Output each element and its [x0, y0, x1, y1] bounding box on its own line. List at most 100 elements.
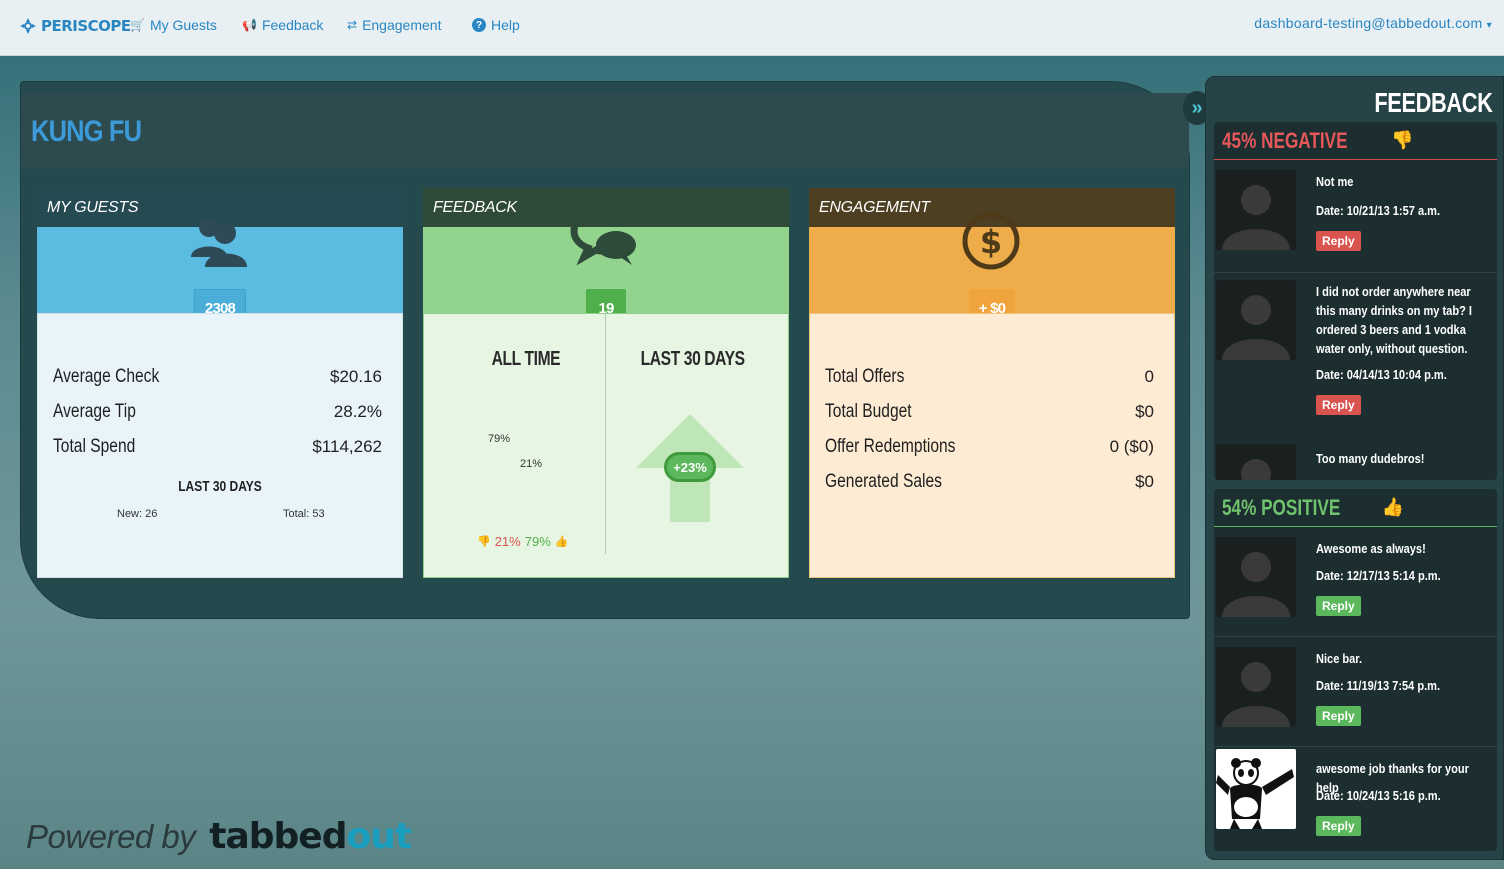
- venue-title-bar: KUNG FU: [21, 93, 1189, 169]
- venue-panel: KUNG FU MY GUESTS 2308 Average Check $20…: [20, 81, 1190, 619]
- nav-feedback[interactable]: 📢 Feedback: [242, 17, 323, 33]
- last-30-days-title: LAST 30 DAYS: [640, 348, 745, 370]
- reply-button[interactable]: Reply: [1316, 596, 1361, 616]
- column-divider: [605, 314, 606, 554]
- reply-button[interactable]: Reply: [1316, 231, 1361, 251]
- stat-value: $20.16: [330, 367, 382, 386]
- thumbs-down-icon: 👎: [1390, 130, 1414, 150]
- stat-value: 28.2%: [333, 402, 382, 421]
- engagement-card-hero: $ + $0: [809, 212, 1175, 327]
- new-guests-label: New: 26: [117, 508, 158, 520]
- brand-logo[interactable]: PERISCOPE: [20, 17, 131, 35]
- negative-header-text: 45% NEGATIVE: [1222, 127, 1348, 153]
- feedback-item: Nice bar. Date: 11/19/13 7:54 p.m. Reply: [1214, 639, 1497, 749]
- user-menu[interactable]: dashboard-testing@tabbedout.com ▾: [1254, 15, 1492, 31]
- sidebar-title: FEEDBACK: [1374, 87, 1494, 118]
- stat-value: $0: [1135, 472, 1154, 491]
- thumbs-up-icon: 👍: [1381, 497, 1405, 517]
- negative-pct-label: 21%: [520, 458, 543, 470]
- avatar: [1216, 444, 1296, 480]
- user-email: dashboard-testing@tabbedout.com: [1254, 15, 1483, 31]
- stat-row: Offer Redemptions 0 ($0): [825, 436, 1154, 458]
- feedback-text: Awesome as always!: [1316, 541, 1426, 556]
- nav-my-guests[interactable]: 🛒 My Guests: [130, 17, 217, 33]
- last-30-days-title: LAST 30 DAYS: [178, 478, 262, 495]
- total-guests-label: Total: 53: [283, 508, 325, 520]
- positive-header: 54% POSITIVE 👍: [1214, 489, 1497, 527]
- guests-icon: [191, 217, 247, 267]
- avatar: [1216, 647, 1296, 727]
- stat-value: $0: [1135, 402, 1154, 421]
- stat-row: Total Spend $114,262: [53, 436, 382, 458]
- powered-by-footer: Powered by tabbedout: [26, 816, 412, 857]
- feedback-date: Date: 10/21/13 1:57 a.m.: [1316, 203, 1441, 218]
- question-icon: ?: [472, 18, 486, 32]
- feedback-item: awesome job thanks for your help Date: 1…: [1214, 749, 1497, 849]
- thumbs-down-icon: 👎: [477, 536, 491, 548]
- nav-help[interactable]: ? Help: [472, 17, 520, 33]
- stat-label: Average Check: [53, 366, 160, 387]
- dollar-coin-icon: $: [962, 212, 1020, 270]
- feedback-card[interactable]: FEEDBACK 19 ALL TIME LAST 30 DAYS 79% 21…: [423, 188, 789, 578]
- thumbs-up-icon: 👍: [554, 536, 569, 548]
- guests-card-hero: 2308: [37, 217, 403, 327]
- feedback-date: Date: 04/14/13 10:04 p.m.: [1316, 367, 1447, 382]
- feedback-text: I did not order anywhere near this many …: [1316, 284, 1472, 356]
- feedback-item: Awesome as always! Date: 12/17/13 5:14 p…: [1214, 529, 1497, 639]
- legend-positive: 79%: [524, 534, 551, 549]
- brand-name: PERISCOPE: [41, 17, 131, 35]
- all-time-title: ALL TIME: [491, 348, 561, 370]
- double-chevron-right-icon: »: [1191, 96, 1203, 119]
- avatar: [1216, 170, 1296, 250]
- stat-row: Average Check $20.16: [53, 366, 382, 388]
- reply-button[interactable]: Reply: [1316, 816, 1361, 836]
- stat-label: Total Budget: [825, 401, 912, 422]
- feedback-text: Nice bar.: [1316, 651, 1363, 666]
- divider: [1214, 272, 1497, 273]
- guests-card[interactable]: MY GUESTS 2308 Average Check $20.16 Aver…: [37, 188, 403, 578]
- nav-label: Feedback: [261, 17, 324, 33]
- stat-label: Total Spend: [53, 436, 136, 457]
- stat-value: 0 ($0): [1109, 437, 1154, 456]
- feedback-date: Date: 10/24/13 5:16 p.m.: [1316, 788, 1441, 803]
- trend-value: +23%: [673, 459, 707, 475]
- stat-row: Generated Sales $0: [825, 471, 1154, 493]
- avatar: [1216, 537, 1296, 617]
- positive-feedback-section: 54% POSITIVE 👍 Awesome as always! Date: …: [1214, 489, 1497, 851]
- engagement-card-body: Total Offers 0 Total Budget $0 Offer Red…: [809, 313, 1175, 578]
- tabbedout-logo: tabbedout: [209, 816, 412, 857]
- feedback-item: Not me Date: 10/21/13 1:57 a.m. Reply: [1214, 162, 1497, 272]
- stat-label: Total Offers: [825, 366, 905, 387]
- logo-part-a: tabbed: [209, 816, 347, 857]
- feedback-sidebar: FEEDBACK 45% NEGATIVE 👎 Not me Date: 10/…: [1205, 76, 1504, 860]
- cart-icon: 🛒: [130, 18, 145, 32]
- stat-row: Average Tip 28.2%: [53, 401, 382, 423]
- engagement-card[interactable]: ENGAGEMENT $ + $0 Total Offers 0 Total B…: [809, 188, 1175, 578]
- feedback-text: Not me: [1316, 174, 1354, 189]
- periscope-icon: [20, 18, 36, 34]
- megaphone-icon: 📢: [242, 18, 257, 32]
- caret-down-icon: ▾: [1486, 20, 1492, 31]
- feedback-card-hero: 19: [423, 207, 789, 327]
- stat-label: Generated Sales: [825, 471, 942, 492]
- feedback-text: Too many dudebros!: [1316, 451, 1425, 466]
- panda-avatar: [1216, 749, 1296, 829]
- nav-label: Help: [491, 17, 520, 33]
- nav-label: Engagement: [362, 17, 442, 33]
- positive-pct-label: 79%: [488, 433, 511, 445]
- feedback-date: Date: 11/19/13 7:54 p.m.: [1316, 678, 1441, 693]
- guests-card-body: Average Check $20.16 Average Tip 28.2% T…: [37, 313, 403, 578]
- trend-badge: +23%: [664, 452, 716, 482]
- negative-feedback-section: 45% NEGATIVE 👎 Not me Date: 10/21/13 1:5…: [1214, 122, 1497, 480]
- top-nav: PERISCOPE 🛒 My Guests 📢 Feedback ⇄ Engag…: [0, 0, 1504, 56]
- divider: [1214, 636, 1497, 637]
- nav-engagement[interactable]: ⇄ Engagement: [347, 17, 441, 33]
- feedback-card-body: ALL TIME LAST 30 DAYS 79% 21% 👎 21% 79% …: [423, 313, 789, 578]
- reply-button[interactable]: Reply: [1316, 395, 1361, 415]
- positive-header-text: 54% POSITIVE: [1222, 494, 1341, 520]
- stat-value: $114,262: [312, 437, 382, 456]
- exchange-icon: ⇄: [347, 18, 358, 32]
- stat-label: Offer Redemptions: [825, 436, 956, 457]
- reply-button[interactable]: Reply: [1316, 706, 1361, 726]
- stat-row: Total Offers 0: [825, 366, 1154, 388]
